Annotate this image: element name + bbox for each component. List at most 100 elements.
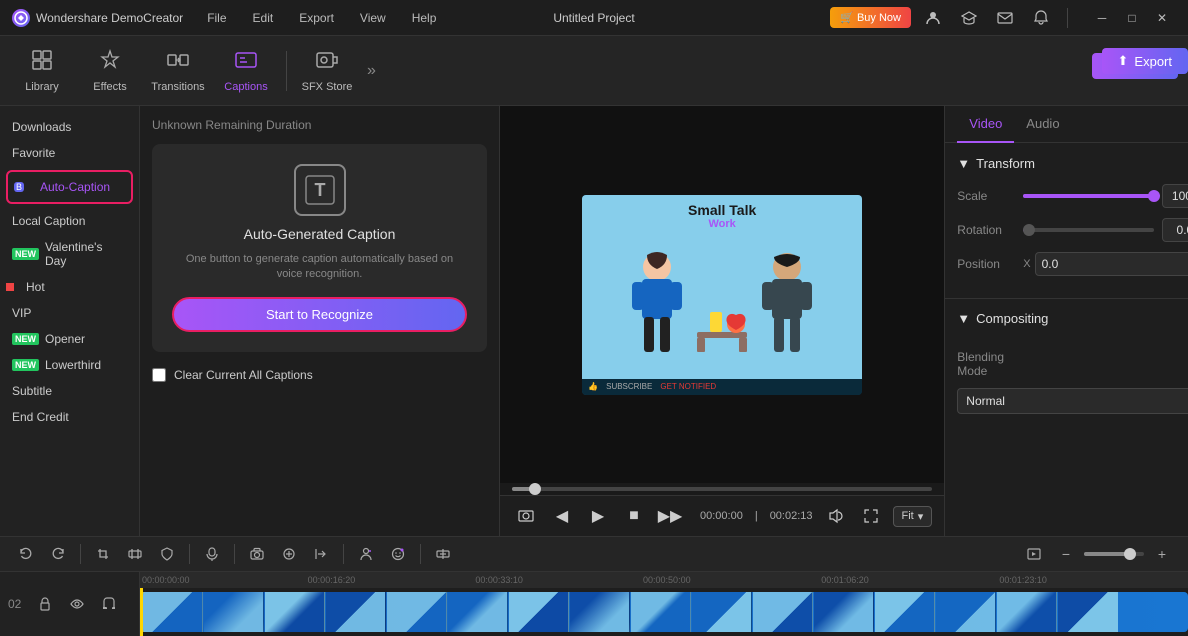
mic-button[interactable] xyxy=(198,540,226,568)
timeline-in-button[interactable] xyxy=(307,540,335,568)
next-frame-button[interactable]: ▶▶ xyxy=(656,502,684,530)
menu-export[interactable]: Export xyxy=(295,9,338,27)
blending-mode-select[interactable]: Normal ▾ xyxy=(957,388,1188,414)
account-icon-btn[interactable] xyxy=(919,4,947,32)
rotation-value: 0.0° xyxy=(1177,223,1188,237)
auto-gen-icon: T xyxy=(294,164,346,216)
redo-button[interactable] xyxy=(44,540,72,568)
toolbar-effects-label: Effects xyxy=(93,81,126,93)
auto-gen-desc: One button to generate caption automatic… xyxy=(172,252,467,283)
menu-file[interactable]: File xyxy=(203,9,230,27)
mail-icon-btn[interactable] xyxy=(991,4,1019,32)
compositing-collapse-icon[interactable]: ▼ xyxy=(957,311,970,326)
blending-mode-label: Blending Mode xyxy=(957,350,1015,378)
tab-video[interactable]: Video xyxy=(957,106,1014,143)
track-content xyxy=(140,592,1188,632)
sidebar-item-lowerthird[interactable]: NEW Lowerthird xyxy=(0,352,139,378)
scale-slider[interactable] xyxy=(1023,194,1154,198)
bt-sep-4 xyxy=(343,544,344,564)
person-effects-button[interactable] xyxy=(352,540,380,568)
start-recognize-button[interactable]: Start to Recognize xyxy=(172,297,467,332)
time-separator: | xyxy=(755,510,758,522)
scale-input[interactable]: 100% xyxy=(1162,184,1188,208)
transform-collapse-icon[interactable]: ▼ xyxy=(957,156,970,171)
ruler-mark-3: 00:00:50:00 xyxy=(643,575,691,585)
preview-timeline-slider[interactable] xyxy=(512,487,932,491)
clear-captions-label: Clear Current All Captions xyxy=(174,368,313,382)
bt-sep-1 xyxy=(80,544,81,564)
rotation-input[interactable]: 0.0° xyxy=(1162,218,1188,242)
toolbar-more-icon[interactable]: » xyxy=(363,58,380,84)
fit-chevron-icon: ▾ xyxy=(918,510,924,523)
education-icon-btn[interactable] xyxy=(955,4,983,32)
volume-button[interactable] xyxy=(821,502,849,530)
auto-gen-title: Auto-Generated Caption xyxy=(244,226,396,242)
captions-icon xyxy=(235,49,257,77)
thumb-15 xyxy=(997,592,1057,632)
sidebar-item-local-caption[interactable]: Local Caption xyxy=(0,208,139,234)
notification-icon-btn[interactable] xyxy=(1027,4,1055,32)
blending-mode-row: Blending Mode xyxy=(957,350,1188,378)
sidebar-item-end-credit[interactable]: End Credit xyxy=(0,404,139,430)
track-eye-button[interactable] xyxy=(65,592,89,616)
timeline-ruler: 00:00:00:00 00:00:16:20 00:00:33:10 00:0… xyxy=(140,572,1188,588)
menu-edit[interactable]: Edit xyxy=(249,9,278,27)
split-button[interactable] xyxy=(121,540,149,568)
buy-now-button[interactable]: 🛒 Buy Now xyxy=(830,7,911,28)
toolbar-sfx[interactable]: SFX Store xyxy=(295,41,359,101)
toolbar-library[interactable]: Library xyxy=(10,41,74,101)
preview-slider-area xyxy=(500,483,944,495)
minimize-button[interactable]: ─ xyxy=(1088,4,1116,32)
toolbar-captions[interactable]: Captions xyxy=(214,41,278,101)
tab-audio[interactable]: Audio xyxy=(1014,106,1071,143)
shield-button[interactable] xyxy=(153,540,181,568)
sidebar-valentines-label: Valentine's Day xyxy=(45,240,127,268)
clear-captions-checkbox[interactable] xyxy=(152,368,166,382)
zoom-out-button[interactable]: − xyxy=(1052,540,1080,568)
rotation-slider[interactable] xyxy=(1023,228,1154,232)
position-x-input[interactable] xyxy=(1035,252,1188,276)
effects-button[interactable] xyxy=(275,540,303,568)
sticker-button[interactable] xyxy=(384,540,412,568)
scale-label: Scale xyxy=(957,189,1015,203)
track-audio-button[interactable] xyxy=(97,592,121,616)
camera-button[interactable] xyxy=(243,540,271,568)
transform-section-header: ▼ Transform xyxy=(957,155,1188,172)
fullscreen-button[interactable] xyxy=(857,502,885,530)
menu-help[interactable]: Help xyxy=(408,9,441,27)
export-button-main[interactable]: ⬆ Export xyxy=(1102,48,1188,74)
track-lock-button[interactable] xyxy=(33,592,57,616)
play-button[interactable]: ▶ xyxy=(584,502,612,530)
track-thumbnails xyxy=(143,592,1188,632)
sidebar-item-downloads[interactable]: Downloads xyxy=(0,114,139,140)
sidebar-item-opener[interactable]: NEW Opener xyxy=(0,326,139,352)
sidebar-item-favorite[interactable]: Favorite xyxy=(0,140,139,166)
timeline-main: 00:00:00:00 00:00:16:20 00:00:33:10 00:0… xyxy=(140,572,1188,636)
zoom-slider[interactable] xyxy=(1084,552,1144,556)
undo-button[interactable] xyxy=(12,540,40,568)
maximize-button[interactable]: □ xyxy=(1118,4,1146,32)
prev-frame-button[interactable]: ◀ xyxy=(548,502,576,530)
menu-view[interactable]: View xyxy=(356,9,390,27)
add-track-button[interactable] xyxy=(429,540,457,568)
toolbar-effects[interactable]: Effects xyxy=(78,41,142,101)
fit-button[interactable]: Fit ▾ xyxy=(893,506,933,527)
close-button[interactable]: ✕ xyxy=(1148,4,1176,32)
timeline-track[interactable] xyxy=(140,588,1188,636)
sidebar-item-hot[interactable]: Hot xyxy=(0,274,139,300)
stop-button[interactable]: ■ xyxy=(620,502,648,530)
sidebar-item-subtitle[interactable]: Subtitle xyxy=(0,378,139,404)
zoom-in-button[interactable]: + xyxy=(1148,540,1176,568)
thumb-7 xyxy=(509,592,569,632)
screenshot-button[interactable] xyxy=(512,502,540,530)
sidebar-item-valentines[interactable]: NEW Valentine's Day xyxy=(0,234,139,274)
window-controls: ─ □ ✕ xyxy=(1088,4,1176,32)
crop-button[interactable] xyxy=(89,540,117,568)
captions-panel: Unknown Remaining Duration T Auto-Genera… xyxy=(140,106,500,536)
ruler-mark-4: 00:01:06:20 xyxy=(821,575,869,585)
sidebar-item-auto-caption[interactable]: B Auto-Caption xyxy=(10,174,129,200)
toolbar-transitions[interactable]: Transitions xyxy=(146,41,210,101)
thumb-5 xyxy=(387,592,447,632)
sidebar-item-vip[interactable]: VIP xyxy=(0,300,139,326)
insert-media-button[interactable] xyxy=(1020,540,1048,568)
